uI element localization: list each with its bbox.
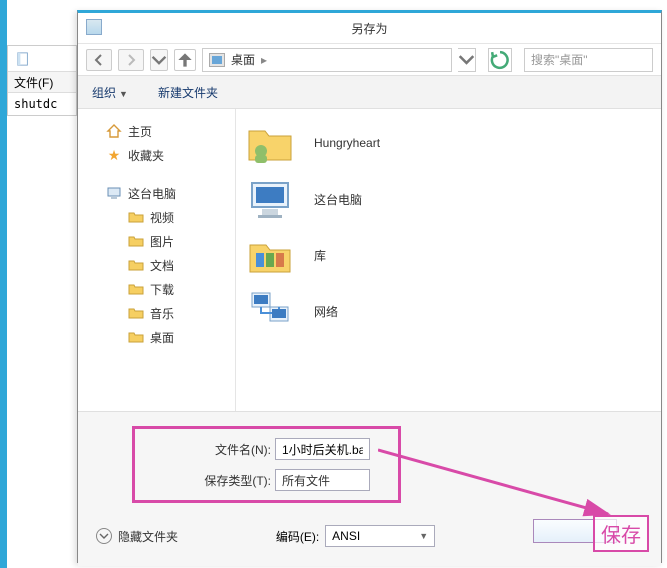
computer-icon [246, 175, 294, 223]
sidebar-item-label: 收藏夹 [128, 147, 164, 164]
filetype-value: 所有文件 [282, 472, 330, 489]
history-dropdown[interactable] [150, 49, 168, 71]
encoding-select[interactable]: ANSI ▼ [325, 525, 435, 547]
breadcrumb-dropdown[interactable] [458, 48, 476, 72]
home-icon [106, 123, 122, 139]
list-item-label: 这台电脑 [314, 191, 362, 208]
back-button[interactable] [86, 49, 112, 71]
filetype-label: 保存类型(T): [199, 472, 275, 489]
notepad-icon [16, 52, 30, 66]
search-input[interactable]: 搜索"桌面" [524, 48, 653, 72]
notepad-body-text: shutdc [8, 93, 76, 115]
chevron-down-icon [96, 528, 112, 544]
notepad-window: 文件(F) shutdc [7, 45, 77, 116]
caret-down-icon: ▼ [119, 89, 128, 99]
sidebar-item-label: 文档 [150, 257, 174, 274]
chevron-down-icon: ▼ [419, 531, 428, 541]
up-button[interactable] [174, 49, 196, 71]
sidebar-item-label: 主页 [128, 123, 152, 140]
sidebar-item-downloads[interactable]: 下载 [78, 277, 235, 301]
hide-folders-toggle[interactable]: 隐藏文件夹 [96, 528, 178, 545]
list-item-label: 库 [314, 247, 326, 264]
organize-menu[interactable]: 组织▼ [92, 84, 128, 101]
notepad-menu-file[interactable]: 文件(F) [8, 71, 76, 93]
forward-button[interactable] [118, 49, 144, 71]
filetype-select[interactable]: 所有文件 [275, 469, 370, 491]
save-as-dialog: 另存为 桌面 ▸ 搜索"桌面" 组织▼ 新建文件夹 主页 ★ 收藏夹 [77, 10, 662, 563]
new-folder-button[interactable]: 新建文件夹 [158, 84, 218, 101]
file-list[interactable]: Hungryheart 这台电脑 库 网络 [236, 109, 661, 411]
breadcrumb[interactable]: 桌面 ▸ [202, 48, 452, 72]
sidebar-item-favorites[interactable]: ★ 收藏夹 [78, 143, 235, 167]
encoding-label: 编码(E): [276, 528, 319, 545]
list-item-label: Hungryheart [314, 136, 380, 150]
folder-icon [128, 233, 144, 249]
app-icon [86, 19, 102, 35]
sidebar-item-home[interactable]: 主页 [78, 119, 235, 143]
list-item-label: 网络 [314, 303, 338, 320]
computer-icon [106, 185, 122, 201]
sidebar-item-label: 图片 [150, 233, 174, 250]
filename-label: 文件名(N): [199, 441, 275, 458]
folder-icon [128, 209, 144, 225]
folder-icon [128, 305, 144, 321]
breadcrumb-location: 桌面 [231, 51, 255, 68]
sidebar-item-desktop[interactable]: 桌面 [78, 325, 235, 349]
network-icon [246, 287, 294, 335]
folder-icon [128, 257, 144, 273]
folder-icon [128, 329, 144, 345]
user-folder-icon [246, 119, 294, 167]
desktop-icon [209, 53, 225, 67]
sidebar-item-this-pc[interactable]: 这台电脑 [78, 181, 235, 205]
libraries-icon [246, 231, 294, 279]
folder-icon [128, 281, 144, 297]
filename-input[interactable] [275, 438, 370, 460]
toolbar: 组织▼ 新建文件夹 [78, 75, 661, 109]
list-item[interactable]: 这台电脑 [236, 171, 661, 227]
chevron-right-icon: ▸ [261, 53, 267, 67]
nav-bar: 桌面 ▸ 搜索"桌面" [78, 43, 661, 75]
search-placeholder: 搜索"桌面" [531, 51, 588, 68]
hide-folders-label: 隐藏文件夹 [118, 528, 178, 545]
sidebar-item-label: 桌面 [150, 329, 174, 346]
list-item[interactable]: 库 [236, 227, 661, 283]
sidebar-item-label: 下载 [150, 281, 174, 298]
save-annotation: 保存 [593, 515, 649, 552]
refresh-button[interactable] [488, 48, 512, 72]
sidebar-item-label: 视频 [150, 209, 174, 226]
sidebar: 主页 ★ 收藏夹 这台电脑 视频 图片 文档 [78, 109, 236, 411]
sidebar-item-label: 音乐 [150, 305, 174, 322]
sidebar-item-documents[interactable]: 文档 [78, 253, 235, 277]
sidebar-item-label: 这台电脑 [128, 185, 176, 202]
notepad-titlebar [8, 46, 76, 71]
dialog-titlebar: 另存为 [78, 13, 661, 43]
sidebar-item-pictures[interactable]: 图片 [78, 229, 235, 253]
dialog-title: 另存为 [351, 20, 387, 37]
dialog-bottom: 文件名(N): 保存类型(T): 所有文件 隐藏文件夹 编码(E): [78, 411, 661, 566]
star-icon: ★ [106, 147, 122, 163]
annotation-arrow [378, 444, 628, 524]
encoding-value: ANSI [332, 529, 360, 543]
list-item[interactable]: Hungryheart [236, 115, 661, 171]
list-item[interactable]: 网络 [236, 283, 661, 339]
sidebar-item-music[interactable]: 音乐 [78, 301, 235, 325]
sidebar-item-videos[interactable]: 视频 [78, 205, 235, 229]
